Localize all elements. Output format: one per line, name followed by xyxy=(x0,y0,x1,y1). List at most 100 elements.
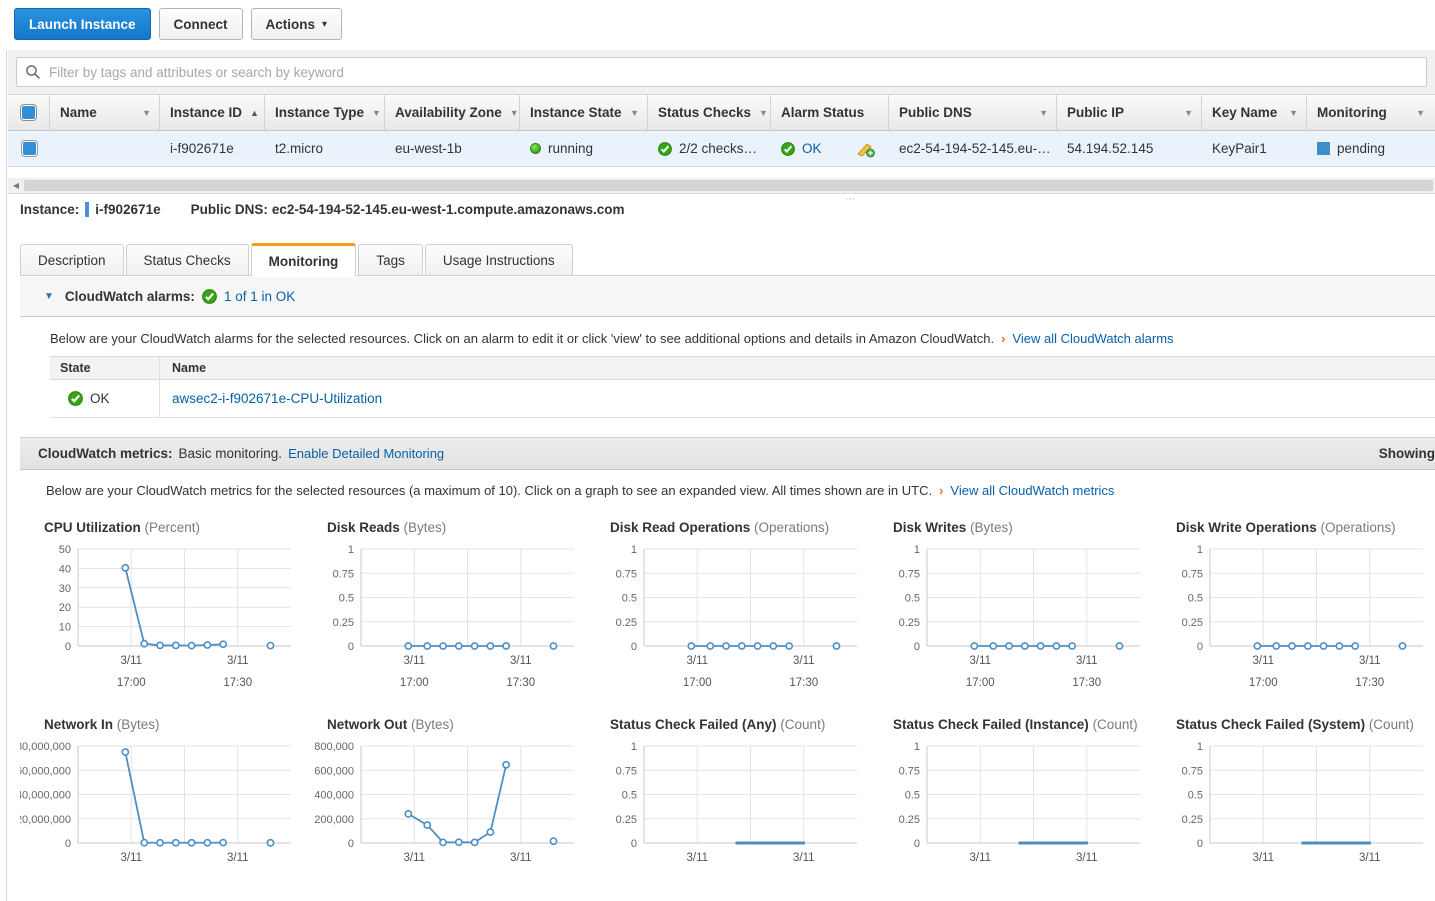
column-header-status-checks[interactable]: Status Checks ▼ xyxy=(648,95,771,130)
chart-plot[interactable]: 1 0.75 0.5 0.25 0 3/11 17:00 3/11 17:30 xyxy=(586,543,869,698)
metric-chart[interactable]: Disk Reads (Bytes) 1 0.75 0.5 0.25 0 3/11 17:00… xyxy=(303,520,586,698)
table-header-row: Name ▼ Instance ID ▲ Instance Type ▼ Ava… xyxy=(8,95,1435,131)
svg-text:0.5: 0.5 xyxy=(1188,790,1203,802)
sort-desc-icon[interactable]: ▼ xyxy=(1184,108,1193,118)
metric-chart[interactable]: Status Check Failed (System) (Count) 1 0.7… xyxy=(1152,717,1435,895)
svg-text:50: 50 xyxy=(59,544,71,556)
alarm-name-link[interactable]: awsec2-i-f902671e-CPU-Utilization xyxy=(160,391,382,406)
chart-plot[interactable]: 50 40 30 20 10 0 3/11 17:00 3/11 17:30 xyxy=(20,543,303,698)
add-alarm-icon[interactable] xyxy=(855,140,875,158)
cell-alarm-status: OK xyxy=(771,131,889,166)
column-header-monitoring[interactable]: Monitoring ▼ xyxy=(1307,95,1433,130)
tab-status-checks[interactable]: Status Checks xyxy=(125,244,249,275)
sort-desc-icon[interactable]: ▼ xyxy=(372,108,381,118)
cell-status-checks: 2/2 checks… xyxy=(648,131,771,166)
column-header-key-name[interactable]: Key Name ▼ xyxy=(1202,95,1307,130)
select-all-checkbox[interactable] xyxy=(21,105,36,120)
connect-button[interactable]: Connect xyxy=(158,8,243,40)
metric-chart[interactable]: Disk Write Operations (Operations) 1 0.75 0… xyxy=(1152,520,1435,698)
table-row[interactable]: i-f902671e t2.micro eu-west-1b running 2… xyxy=(8,131,1435,167)
enable-detailed-monitoring-link[interactable]: Enable Detailed Monitoring xyxy=(288,446,444,461)
metric-chart[interactable]: Disk Read Operations (Operations) 1 0.75 0.… xyxy=(586,520,869,698)
column-header-public-ip[interactable]: Public IP ▼ xyxy=(1057,95,1202,130)
scroll-left-arrow[interactable]: ◀ xyxy=(8,181,24,190)
column-header-instance-type[interactable]: Instance Type ▼ xyxy=(265,95,385,130)
metric-chart[interactable]: Status Check Failed (Instance) (Count) 1 0… xyxy=(869,717,1152,895)
chart-plot[interactable]: 1 0.75 0.5 0.25 0 3/11 17:00 3/11 17:30 xyxy=(1152,543,1435,698)
tab-monitoring[interactable]: Monitoring xyxy=(250,243,357,276)
filter-bar: Filter by tags and attributes or search … xyxy=(8,50,1435,95)
metric-chart[interactable]: Status Check Failed (Any) (Count) 1 0.75 0.… xyxy=(586,717,869,895)
instance-id-marker xyxy=(85,202,90,217)
chart-title-text: Status Check Failed (System) xyxy=(1176,717,1366,732)
svg-text:80,000,000: 80,000,000 xyxy=(20,741,71,753)
monitoring-pending-icon xyxy=(1317,142,1330,155)
sort-desc-icon[interactable]: ▼ xyxy=(510,108,519,118)
detail-pane-resize-grip[interactable]: ⋯ xyxy=(845,194,858,205)
table-horizontal-scrollbar[interactable]: ◀ xyxy=(8,178,1435,194)
sort-desc-icon[interactable]: ▼ xyxy=(759,108,768,118)
column-label: Availability Zone xyxy=(395,105,502,120)
chart-plot[interactable]: 800,000 600,000 400,000 200,000 0 3/11 3/11 xyxy=(303,740,586,895)
chart-plot[interactable]: 1 0.75 0.5 0.25 0 3/11 17:00 3/11 17:30 xyxy=(303,543,586,698)
tab-usage-instructions[interactable]: Usage Instructions xyxy=(424,244,573,275)
cloudwatch-alarms-header[interactable]: ▼ CloudWatch alarms: 1 of 1 in OK xyxy=(20,277,1435,317)
row-select-cell[interactable] xyxy=(8,131,50,166)
column-label: Instance State xyxy=(530,105,622,120)
column-header-alarm-status[interactable]: Alarm Status xyxy=(771,95,889,130)
tab-tags[interactable]: Tags xyxy=(358,244,423,275)
svg-text:3/11: 3/11 xyxy=(793,655,815,667)
monitoring-level-text: Basic monitoring. xyxy=(178,446,283,461)
sort-desc-icon[interactable]: ▼ xyxy=(1416,108,1425,118)
chart-plot[interactable]: 1 0.75 0.5 0.25 0 3/11 17:00 3/11 17:30 xyxy=(869,543,1152,698)
alarm-status-text[interactable]: OK xyxy=(802,141,822,156)
search-input[interactable]: Filter by tags and attributes or search … xyxy=(16,57,1427,87)
launch-instance-button[interactable]: Launch Instance xyxy=(14,8,151,40)
metric-chart[interactable]: CPU Utilization (Percent) 50 40 30 20 10 0 3/11… xyxy=(20,520,303,698)
metric-chart[interactable]: Network In (Bytes) 80,000,000 60,000,000 40… xyxy=(20,717,303,895)
metrics-description-text: Below are your CloudWatch metrics for th… xyxy=(46,483,933,498)
running-status-icon xyxy=(530,143,541,154)
chart-unit-text: (Count) xyxy=(1365,717,1414,732)
select-all-header[interactable] xyxy=(8,95,50,130)
column-header-public-dns[interactable]: Public DNS ▼ xyxy=(889,95,1057,130)
row-checkbox[interactable] xyxy=(21,141,37,156)
svg-text:3/11: 3/11 xyxy=(969,655,991,667)
alarms-status-summary[interactable]: 1 of 1 in OK xyxy=(224,289,295,304)
svg-text:17:30: 17:30 xyxy=(506,677,535,689)
column-header-name[interactable]: Name ▼ xyxy=(50,95,160,130)
sort-desc-icon[interactable]: ▼ xyxy=(1039,108,1048,118)
sort-desc-icon[interactable]: ▼ xyxy=(630,108,639,118)
chart-title: Disk Read Operations (Operations) xyxy=(610,520,869,535)
chart-plot[interactable]: 80,000,000 60,000,000 40,000,000 20,000,000… xyxy=(20,740,303,895)
svg-text:3/11: 3/11 xyxy=(1359,655,1381,667)
svg-text:30: 30 xyxy=(59,583,71,595)
view-all-metrics-link[interactable]: View all CloudWatch metrics xyxy=(950,483,1114,498)
column-header-availability-zone[interactable]: Availability Zone ▼ xyxy=(385,95,520,130)
column-header-instance-id[interactable]: Instance ID ▲ xyxy=(160,95,265,130)
sort-asc-icon[interactable]: ▲ xyxy=(250,108,259,118)
tab-label: Tags xyxy=(376,252,405,268)
sort-desc-icon[interactable]: ▼ xyxy=(142,108,151,118)
collapse-triangle-icon[interactable]: ▼ xyxy=(44,291,54,302)
chart-plot[interactable]: 1 0.75 0.5 0.25 0 3/11 3/11 xyxy=(869,740,1152,895)
sort-desc-icon[interactable]: ▼ xyxy=(1289,108,1298,118)
svg-text:1: 1 xyxy=(1197,544,1203,556)
tab-description[interactable]: Description xyxy=(20,244,124,275)
instance-state-text: running xyxy=(548,141,594,156)
metric-chart[interactable]: Disk Writes (Bytes) 1 0.75 0.5 0.25 0 3/11 17:0… xyxy=(869,520,1152,698)
actions-button[interactable]: Actions ▾ xyxy=(250,8,343,40)
column-header-instance-state[interactable]: Instance State ▼ xyxy=(520,95,648,130)
svg-text:0: 0 xyxy=(65,641,71,653)
chart-title-text: Network In xyxy=(44,717,114,732)
svg-text:17:30: 17:30 xyxy=(1072,677,1101,689)
scroll-thumb[interactable] xyxy=(24,180,1433,191)
alarms-table-row[interactable]: OK awsec2-i-f902671e-CPU-Utilization xyxy=(50,380,1435,418)
chart-title: Status Check Failed (Instance) (Count) xyxy=(893,717,1152,732)
view-all-alarms-link[interactable]: View all CloudWatch alarms xyxy=(1012,331,1173,346)
cell-instance-id: i-f902671e xyxy=(170,141,234,156)
chart-plot[interactable]: 1 0.75 0.5 0.25 0 3/11 3/11 xyxy=(586,740,869,895)
chart-plot[interactable]: 1 0.75 0.5 0.25 0 3/11 3/11 xyxy=(1152,740,1435,895)
metric-chart[interactable]: Network Out (Bytes) 800,000 600,000 400,000… xyxy=(303,717,586,895)
column-label: Public DNS xyxy=(899,105,972,120)
